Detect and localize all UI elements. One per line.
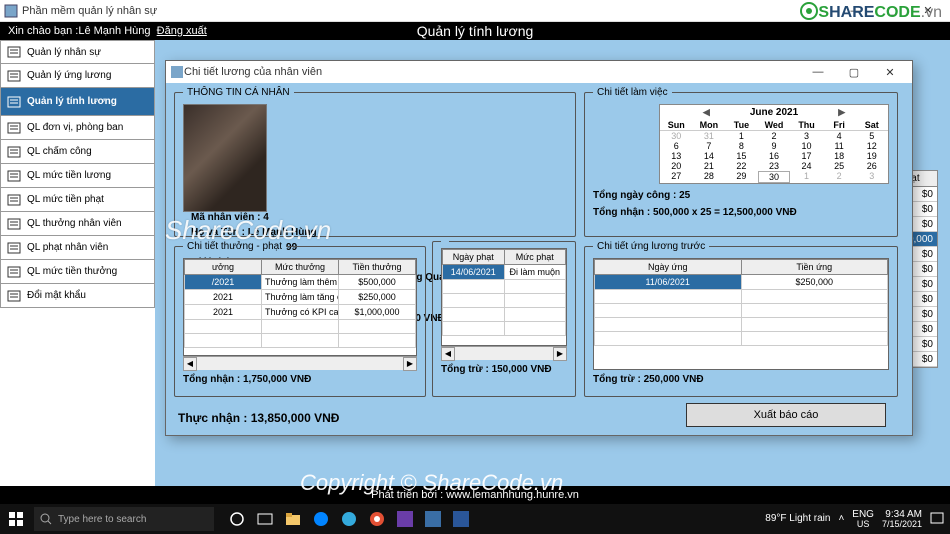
sidebar-item-9[interactable]: QL mức tiền thưởng: [0, 260, 155, 284]
personal-info-section: THÔNG TIN CÁ NHÂN Mã nhân viên : 4 Họ và…: [174, 87, 576, 237]
dialog-icon: [170, 65, 184, 79]
sidebar-item-1[interactable]: Quản lý ứng lương: [0, 64, 155, 88]
sidebar-icon: [7, 289, 21, 303]
sidebar: Quản lý nhân sựQuản lý ứng lươngQuản lý …: [0, 40, 155, 486]
dialog-title: Chi tiết lương của nhân viên: [184, 66, 800, 78]
dialog-maximize-button[interactable]: ▢: [836, 61, 872, 83]
bonus-section: Chi tiết thưởng - phạt ưởngMức thưởngTiề…: [174, 241, 426, 397]
page-header: Quản lý tính lương: [417, 23, 534, 39]
clock[interactable]: 9:34 AM 7/15/2021: [882, 509, 922, 530]
taskbar-search[interactable]: Type here to search: [34, 507, 214, 531]
sidebar-item-5[interactable]: QL mức tiền lương: [0, 164, 155, 188]
zalo-icon[interactable]: [310, 508, 332, 530]
salary-detail-dialog: Chi tiết lương của nhân viên — ▢ ✕ THÔNG…: [165, 60, 913, 436]
current-user: Lê Mạnh Hùng: [78, 25, 150, 37]
sidebar-icon: [7, 241, 21, 255]
sharecode-brand: SHARECODE.vn: [800, 2, 942, 22]
sidebar-icon: [7, 265, 21, 279]
sidebar-item-0[interactable]: Quản lý nhân sự: [0, 40, 155, 64]
notifications-icon[interactable]: [930, 512, 944, 526]
main-area: Tiền phạt$0$0$0$150,000$0$0$0$0$0$0$0$0 …: [155, 40, 950, 486]
advance-section: Chi tiết ứng lương trước Ngày ứngTiền ứn…: [584, 241, 898, 397]
search-icon: [40, 513, 52, 525]
dialog-minimize-button[interactable]: —: [800, 61, 836, 83]
app-taskbar-icon[interactable]: [422, 508, 444, 530]
app-title: Phần mềm quản lý nhân sự: [22, 5, 838, 17]
windows-taskbar[interactable]: Type here to search 89°F Light rain ˄ EN…: [0, 504, 950, 534]
sidebar-icon: [7, 217, 21, 231]
bonus-hscrollbar[interactable]: ◀▶: [183, 356, 417, 370]
sidebar-item-6[interactable]: QL mức tiền phạt: [0, 188, 155, 212]
sidebar-item-2[interactable]: Quản lý tính lương: [0, 88, 155, 116]
sidebar-item-4[interactable]: QL chấm công: [0, 140, 155, 164]
sidebar-icon: [7, 121, 21, 135]
sidebar-icon: [7, 69, 21, 83]
work-detail-section: Chi tiết làm việc ◀ June 2021 ▶ SunMonTu…: [584, 87, 898, 237]
sidebar-item-10[interactable]: Đổi mật khẩu: [0, 284, 155, 308]
sidebar-icon: [7, 95, 21, 109]
fine-hscrollbar[interactable]: ◀▶: [441, 346, 567, 360]
calendar-month: June 2021: [750, 107, 798, 118]
employee-photo: [183, 104, 267, 212]
explorer-icon[interactable]: [282, 508, 304, 530]
tray-chevron-icon[interactable]: ˄: [838, 513, 844, 524]
calendar-next-icon[interactable]: ▶: [838, 107, 845, 118]
dialog-close-button[interactable]: ✕: [872, 61, 908, 83]
sidebar-icon: [7, 45, 21, 59]
sidebar-icon: [7, 169, 21, 183]
cortana-icon[interactable]: [226, 508, 248, 530]
fine-table[interactable]: Ngày phạtMức phạt14/06/2021Đi làm muộn: [441, 248, 567, 346]
calendar-prev-icon[interactable]: ◀: [703, 107, 710, 118]
export-report-button[interactable]: Xuất báo cáo: [686, 403, 886, 427]
calendar[interactable]: ◀ June 2021 ▶ SunMonTueWedThuFriSat30311…: [659, 104, 889, 184]
chrome-icon[interactable]: [366, 508, 388, 530]
edge-icon[interactable]: [338, 508, 360, 530]
header-strip: Xin chào bạn : Lê Mạnh Hùng Đăng xuất Qu…: [0, 22, 950, 40]
sidebar-icon: [7, 193, 21, 207]
app-footer: Phát triển bởi : www.lemanhhung.hunre.vn: [0, 486, 950, 504]
taskbar-apps: [226, 508, 472, 530]
sidebar-icon: [7, 145, 21, 159]
vs-icon[interactable]: [394, 508, 416, 530]
bonus-table[interactable]: ưởngMức thưởngTiền thưởng/2021Thưởng làm…: [183, 258, 417, 356]
weather-widget[interactable]: 89°F Light rain: [765, 513, 830, 524]
system-tray[interactable]: 89°F Light rain ˄ ENG US 9:34 AM 7/15/20…: [765, 509, 950, 530]
logout-link[interactable]: Đăng xuất: [157, 25, 207, 37]
sidebar-item-3[interactable]: QL đơn vị, phòng ban: [0, 116, 155, 140]
sidebar-item-8[interactable]: QL phạt nhân viên: [0, 236, 155, 260]
app-icon: [4, 4, 18, 18]
start-button[interactable]: [0, 504, 32, 534]
net-salary: Thực nhận : 13,850,000 VNĐ: [178, 411, 339, 425]
advance-table[interactable]: Ngày ứngTiền ứng11/06/2021$250,000: [593, 258, 889, 370]
fine-section: Ngày phạtMức phạt14/06/2021Đi làm muộn ◀…: [432, 241, 576, 397]
sidebar-item-7[interactable]: QL thưởng nhân viên: [0, 212, 155, 236]
greeting-prefix: Xin chào bạn :: [8, 25, 78, 37]
word-icon[interactable]: [450, 508, 472, 530]
taskview-icon[interactable]: [254, 508, 276, 530]
